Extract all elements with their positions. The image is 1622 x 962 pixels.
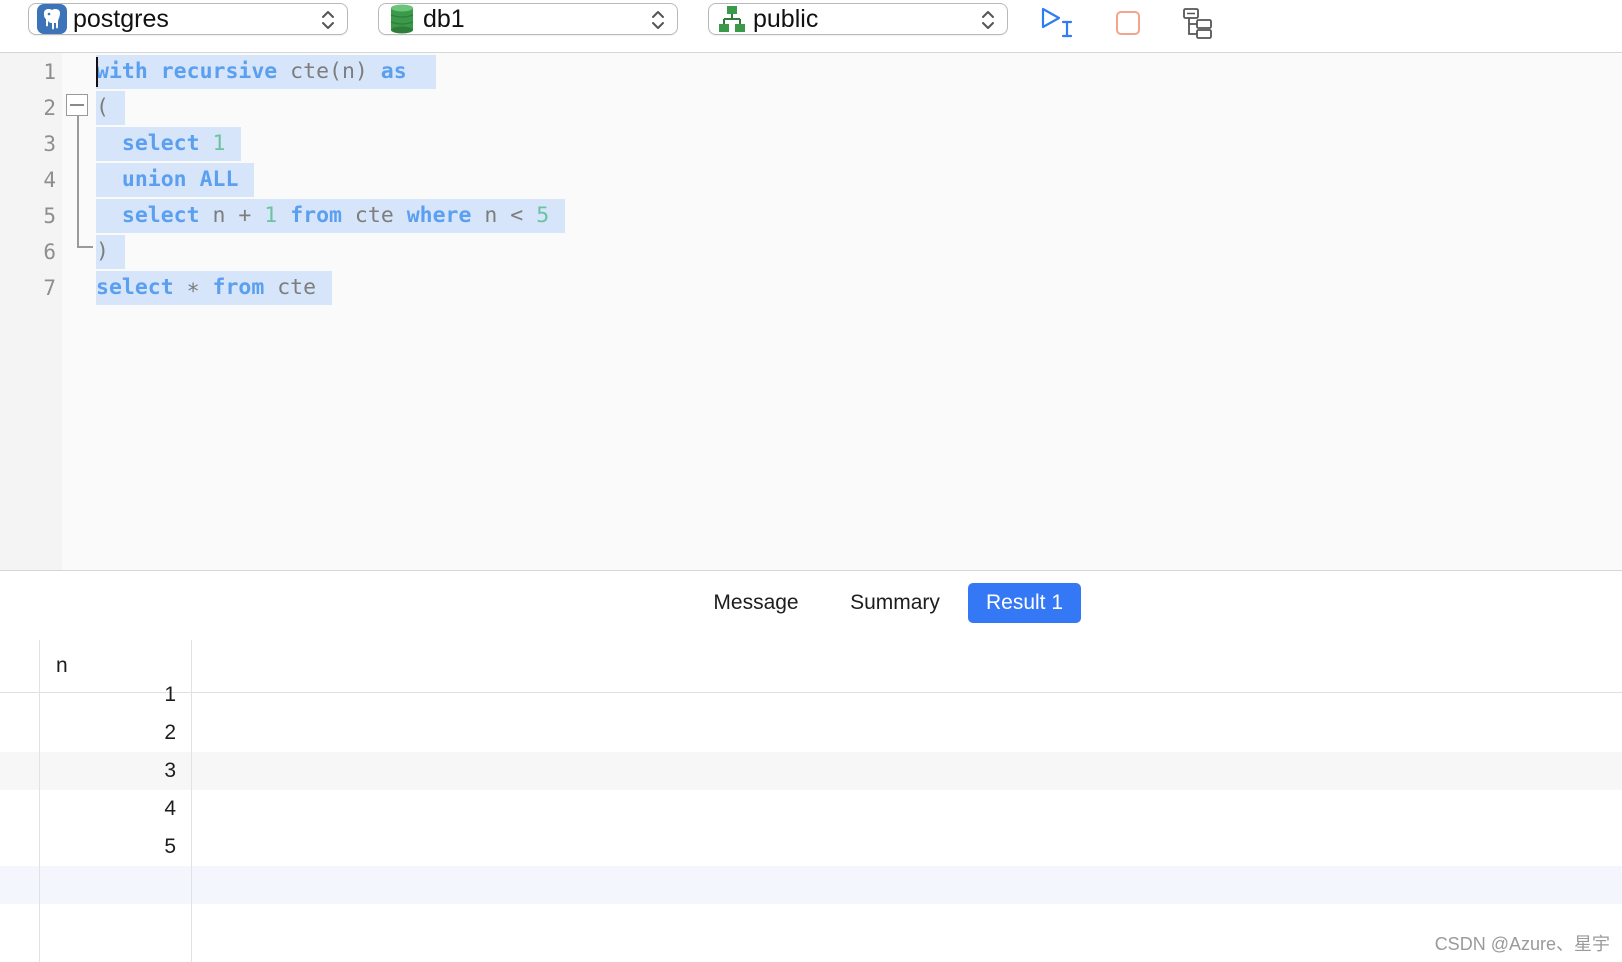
line-number: 4 [43, 168, 56, 192]
sql-keyword: select [96, 275, 174, 300]
chevron-updown-icon [322, 11, 334, 29]
connection-selector[interactable]: postgres [28, 3, 348, 35]
table-cell[interactable]: 5 [40, 828, 176, 866]
table-cell[interactable]: 4 [40, 790, 176, 828]
text-caret [96, 57, 98, 87]
line-number-gutter: 1 2 3 4 5 6 7 [0, 53, 62, 570]
chevron-updown-icon [982, 11, 994, 29]
code-line[interactable]: ( [96, 91, 125, 125]
table-cell[interactable]: 1 [40, 676, 176, 714]
stop-button[interactable] [1108, 4, 1148, 42]
explain-button[interactable] [1178, 4, 1218, 42]
fold-toggle[interactable] [66, 94, 88, 116]
schema-hierarchy-icon [717, 4, 747, 34]
sql-text: ) [96, 239, 109, 264]
table-row[interactable]: 3 [0, 752, 1622, 790]
tab-message[interactable]: Message [696, 583, 816, 623]
sql-number: 1 [264, 203, 278, 228]
sql-keyword: select [121, 131, 200, 156]
code-line[interactable]: union ALL [96, 163, 255, 197]
code-line[interactable]: select n + 1 from cte where n < 5 [96, 199, 566, 233]
run-cursor-icon [1041, 7, 1073, 38]
table-row[interactable]: 5 [0, 828, 1622, 866]
fold-guide [77, 116, 79, 246]
table-row[interactable]: 4 [0, 790, 1622, 828]
code-line[interactable]: select ∗ from cte [96, 271, 333, 305]
schema-selector[interactable]: public [708, 3, 1008, 35]
sql-text: n < [471, 203, 537, 228]
table-row[interactable]: 2 [0, 714, 1622, 752]
sql-keyword: recursive [160, 59, 278, 84]
code-line[interactable]: with recursive cte(n) as [96, 55, 436, 89]
postgresql-elephant-icon [37, 4, 67, 34]
schema-label: public [753, 4, 819, 33]
column-divider[interactable] [191, 640, 192, 962]
line-number: 6 [43, 240, 56, 264]
line-number: 2 [43, 96, 56, 120]
line-number: 1 [43, 60, 56, 84]
stop-square-icon [1116, 11, 1140, 35]
watermark: CSDN @Azure、星宇 [1434, 934, 1610, 954]
sql-keyword: from [212, 275, 265, 300]
database-label: db1 [423, 4, 465, 33]
sql-editor-window: postgres db1 public 1 2 3 4 5 6 7 with r… [0, 0, 1622, 962]
sql-keyword: from [290, 203, 342, 228]
connection-label: postgres [73, 4, 169, 33]
code-line[interactable]: ) [96, 235, 125, 269]
sql-text: cte(n) [277, 59, 381, 84]
tab-summary[interactable]: Summary [830, 583, 960, 623]
code-line[interactable]: select 1 [96, 127, 242, 161]
run-selected-button[interactable] [1038, 4, 1078, 42]
fold-guide-end [77, 246, 93, 248]
sql-number: 5 [536, 203, 550, 228]
table-cell[interactable]: 2 [40, 714, 176, 752]
database-selector[interactable]: db1 [378, 3, 678, 35]
table-row[interactable]: 1 [0, 676, 1622, 714]
sql-keyword: union [121, 167, 187, 192]
table-cell[interactable]: 3 [40, 752, 176, 790]
sql-keyword: where [406, 203, 472, 228]
sql-keyword: as [380, 59, 407, 84]
sql-keyword: select [121, 203, 200, 228]
tab-result-1[interactable]: Result 1 [968, 583, 1081, 623]
sql-number: 1 [212, 131, 226, 156]
sql-text: cte [341, 203, 407, 228]
empty-new-row[interactable] [0, 866, 1622, 904]
sql-text: ∗ [173, 275, 213, 300]
line-number: 7 [43, 276, 56, 300]
line-number: 5 [43, 204, 56, 228]
sql-editor[interactable]: 1 2 3 4 5 6 7 with recursive cte(n) as ( selec… [0, 53, 1622, 570]
sql-text: ( [96, 95, 109, 120]
chevron-updown-icon [652, 11, 664, 29]
line-number: 3 [43, 132, 56, 156]
toolbar: postgres db1 public [0, 0, 1622, 53]
sql-keyword: with [96, 59, 148, 84]
sql-keyword: ALL [199, 167, 239, 192]
row-header-divider [39, 640, 40, 962]
sql-text: cte [264, 275, 317, 300]
tree-structure-icon [1183, 8, 1212, 39]
result-tabs-bar: Message Summary Result 1 [0, 570, 1622, 641]
database-cylinder-icon [387, 4, 417, 34]
result-grid: n 12345 [0, 640, 1622, 962]
sql-text: n + [199, 203, 265, 228]
